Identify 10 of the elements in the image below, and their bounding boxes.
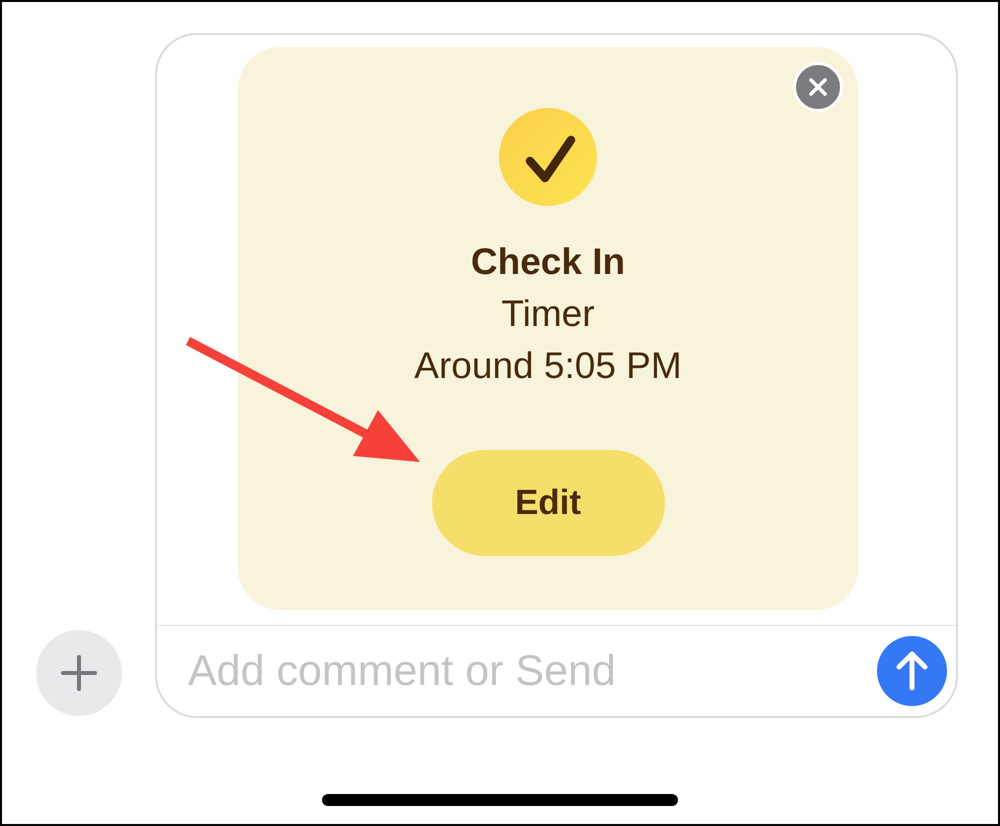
close-button[interactable] [793,62,843,112]
checkmark-icon [499,108,597,206]
edit-button[interactable]: Edit [432,450,664,556]
comment-field[interactable]: Add comment or Send [188,643,867,699]
arrow-up-icon [896,651,928,691]
close-icon [809,78,827,96]
card-title: Check In [470,240,626,284]
plus-icon [61,655,97,691]
card-type-label: Timer [501,292,595,336]
card-time: Around 5:05 PM [414,344,682,388]
